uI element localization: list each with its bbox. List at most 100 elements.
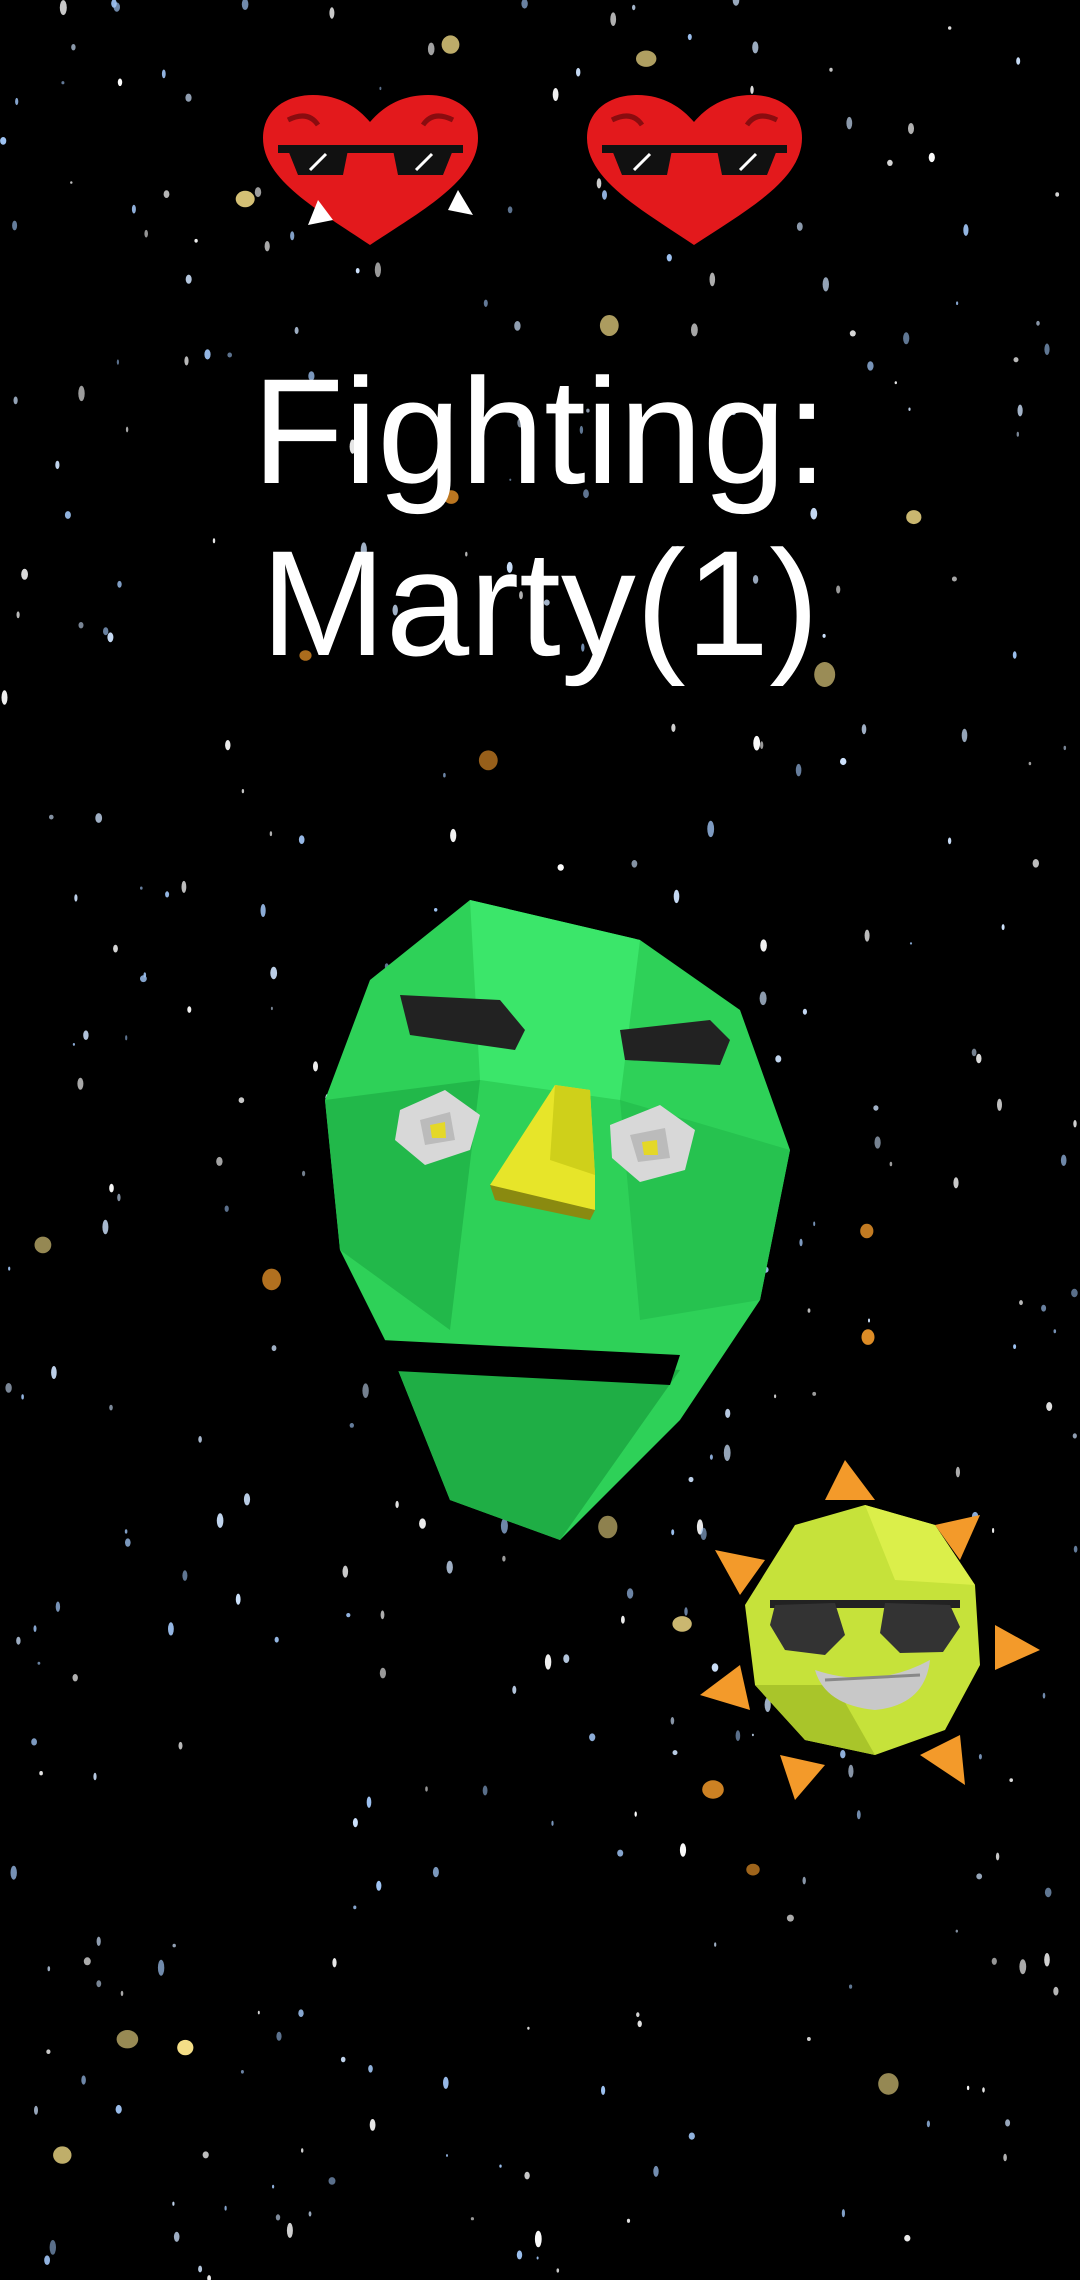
star — [59, 0, 67, 16]
star — [956, 301, 959, 306]
star — [5, 1383, 12, 1393]
star — [216, 1156, 223, 1166]
star — [286, 2222, 293, 2238]
star — [240, 2070, 244, 2074]
star — [274, 1636, 279, 1643]
star — [355, 268, 360, 274]
life-heart-damaged-icon — [263, 95, 478, 245]
star — [308, 2211, 312, 2217]
star — [241, 789, 245, 794]
star — [72, 1043, 75, 1046]
star — [39, 1771, 43, 1776]
star — [33, 1625, 37, 1632]
star — [672, 1750, 678, 1756]
star — [746, 1863, 760, 1876]
star — [807, 2037, 811, 2041]
star — [216, 1513, 224, 1528]
star — [947, 837, 952, 845]
star — [172, 1943, 176, 1948]
star — [177, 2039, 194, 2056]
star — [161, 69, 166, 79]
star — [74, 894, 78, 902]
star — [563, 1654, 570, 1663]
star — [995, 1852, 1000, 1861]
star — [72, 1674, 78, 1682]
star — [49, 814, 54, 820]
star — [270, 966, 278, 980]
star — [1073, 1545, 1078, 1553]
star — [238, 1097, 245, 1104]
star — [971, 1048, 977, 1057]
star — [955, 1929, 958, 1933]
star — [688, 2132, 695, 2140]
star — [165, 891, 170, 898]
star — [512, 1685, 517, 1694]
star — [1032, 859, 1040, 868]
star — [81, 2075, 86, 2085]
star — [376, 1880, 382, 1891]
star — [860, 1223, 874, 1239]
star — [849, 330, 856, 337]
star — [55, 1601, 61, 1612]
star — [601, 2085, 606, 2095]
star — [432, 1866, 439, 1878]
star — [8, 1266, 11, 1271]
title-line-1: Fighting: — [252, 347, 828, 515]
star — [864, 929, 870, 942]
star — [909, 942, 913, 945]
star — [991, 1957, 997, 1965]
star — [795, 763, 802, 777]
star — [173, 2231, 180, 2242]
star — [904, 2234, 911, 2242]
sun-with-sunglasses-icon — [700, 1460, 1040, 1800]
star — [34, 2105, 38, 2115]
star — [786, 1914, 794, 1922]
star — [626, 2218, 631, 2223]
star — [1041, 1304, 1047, 1312]
star — [636, 50, 657, 67]
star — [34, 1236, 52, 1254]
star — [131, 204, 136, 214]
star — [903, 332, 910, 345]
star — [760, 741, 764, 749]
star — [352, 1818, 358, 1828]
star — [342, 1565, 349, 1578]
star — [181, 880, 187, 893]
star — [185, 93, 192, 102]
star — [822, 277, 829, 292]
star — [982, 2087, 985, 2093]
star — [861, 1329, 875, 1345]
star — [96, 1980, 102, 1988]
star — [198, 1436, 202, 1443]
star — [21, 1394, 24, 1400]
star — [653, 2165, 659, 2177]
star — [544, 1654, 552, 1670]
star — [812, 1391, 817, 1396]
star — [207, 2275, 211, 2280]
star — [49, 2240, 56, 2255]
star — [380, 1610, 385, 1620]
star — [276, 2031, 282, 2041]
star — [53, 2146, 72, 2164]
star — [679, 1843, 687, 1857]
star — [109, 1183, 114, 1193]
star — [163, 190, 170, 199]
star — [329, 7, 335, 19]
star — [275, 2214, 281, 2221]
star — [752, 41, 759, 54]
star — [178, 1741, 183, 1750]
star — [626, 1588, 634, 1599]
star — [840, 757, 847, 766]
star — [124, 1529, 128, 1534]
star — [198, 2265, 203, 2273]
star — [928, 152, 935, 163]
star — [470, 2217, 474, 2221]
star — [976, 1873, 983, 1880]
star — [1013, 1344, 1017, 1349]
star — [109, 1404, 113, 1411]
star — [95, 813, 103, 823]
star — [302, 1170, 306, 1177]
star — [966, 2085, 970, 2091]
star — [202, 2151, 209, 2159]
star — [1072, 1433, 1077, 1439]
